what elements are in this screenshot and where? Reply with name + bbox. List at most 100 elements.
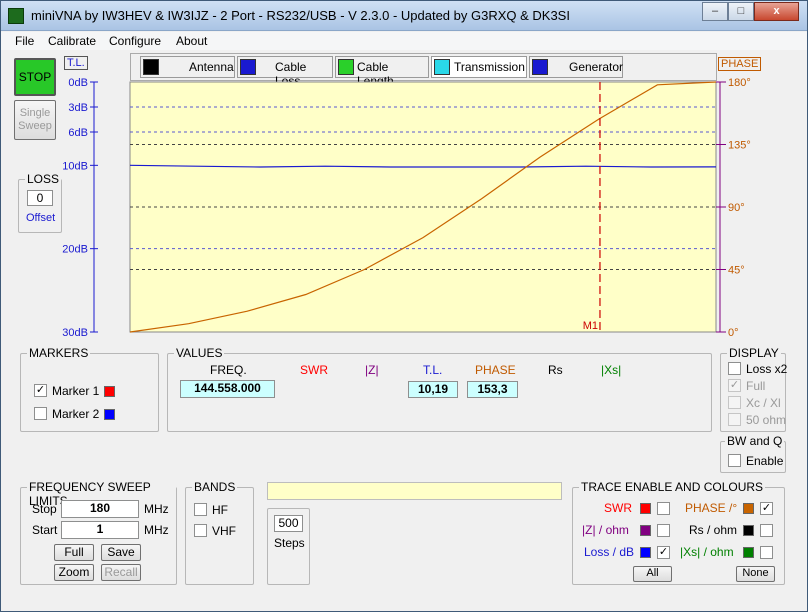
start-freq-input[interactable]: 1 [61, 521, 139, 539]
trace-title: TRACE ENABLE AND COLOURS [579, 480, 766, 494]
rs-trace-checkbox[interactable] [760, 524, 773, 537]
full-checkbox[interactable]: ✓ [728, 379, 741, 392]
phase-trace-color[interactable] [743, 503, 754, 514]
maximize-button[interactable]: □ [728, 2, 754, 21]
xc-xl-label: Xc / Xl [746, 396, 781, 410]
menu-about[interactable]: About [176, 34, 207, 48]
left-axis-tick-label: 0dB [68, 77, 88, 89]
bwq-group: BW and Q Enable [720, 434, 786, 473]
stop-label: Stop [32, 502, 57, 516]
left-axis-tick-label: 6dB [68, 127, 88, 139]
xs-trace-checkbox[interactable] [760, 546, 773, 559]
window-title: miniVNA by IW3HEV & IW3IJZ - 2 Port - RS… [31, 8, 570, 23]
transmission-icon [434, 59, 450, 75]
50-ohm-checkbox[interactable] [728, 413, 741, 426]
close-button[interactable]: x [754, 2, 799, 21]
bands-title: BANDS [192, 480, 238, 494]
rs-header: Rs [548, 363, 563, 377]
phase-header: PHASE [475, 363, 516, 377]
sweep-group: FREQUENCY SWEEP LIMITS Stop 180 MHz Star… [20, 480, 177, 585]
left-axis-tick-label: 20dB [62, 244, 88, 256]
loss-trace-checkbox[interactable]: ✓ [657, 546, 670, 559]
status-field [267, 482, 562, 500]
z-trace-label: |Z| / ohm [582, 523, 629, 537]
marker1-checkbox[interactable]: ✓ [34, 384, 47, 397]
right-axis-tick-label: 90° [728, 202, 745, 214]
zoom-button[interactable]: Zoom [54, 564, 94, 581]
bwq-title: BW and Q [725, 434, 785, 448]
marker1-color[interactable] [104, 386, 115, 397]
xs-header: |Xs| [601, 363, 622, 377]
single-sweep-button[interactable]: Single Sweep [14, 100, 56, 140]
stop-freq-input[interactable]: 180 [61, 500, 139, 518]
vhf-checkbox[interactable] [194, 524, 207, 537]
phase-trace-checkbox[interactable]: ✓ [760, 502, 773, 515]
tl-header: T.L. [423, 363, 443, 377]
markers-title: MARKERS [27, 346, 91, 360]
steps-input[interactable]: 500 [274, 515, 303, 532]
marker2-checkbox[interactable] [34, 407, 47, 420]
loss-trace-color[interactable] [640, 547, 651, 558]
minimize-button[interactable]: – [702, 2, 728, 21]
all-traces-button[interactable]: All [633, 566, 672, 582]
50-ohm-label: 50 ohm [746, 413, 787, 427]
right-axis-tick-label: 45° [728, 265, 745, 277]
stop-button[interactable]: STOP [14, 58, 56, 96]
z-trace-color[interactable] [640, 525, 651, 536]
cable-loss-icon [240, 59, 256, 75]
phase-axis-header: PHASE [718, 57, 762, 71]
right-axis-tick-label: 180° [728, 77, 751, 89]
swr-trace-checkbox[interactable] [657, 502, 670, 515]
rs-trace-label: Rs / ohm [689, 523, 738, 537]
save-button[interactable]: Save [101, 544, 141, 561]
menu-calibrate[interactable]: Calibrate [48, 34, 96, 48]
rs-trace-color[interactable] [743, 525, 754, 536]
xs-trace-color[interactable] [743, 547, 754, 558]
main-window: miniVNA by IW3HEV & IW3IJZ - 2 Port - RS… [0, 0, 808, 612]
values-group: VALUES FREQ. SWR |Z| T.L. PHASE Rs |Xs| … [167, 346, 712, 432]
vhf-label: VHF [212, 524, 236, 538]
swr-trace-color[interactable] [640, 503, 651, 514]
single-sweep-label-1: Single [19, 107, 51, 119]
tl-value: 10,19 [408, 381, 458, 398]
freq-header: FREQ. [210, 363, 247, 377]
menu-configure[interactable]: Configure [109, 34, 161, 48]
full-label: Full [746, 379, 766, 393]
single-sweep-label-2: Sweep [18, 120, 52, 132]
marker2-label: Marker 2 [52, 407, 100, 421]
loss-x2-checkbox[interactable] [728, 362, 741, 375]
xc-xl-checkbox[interactable] [728, 396, 741, 409]
stop-unit: MHz [144, 502, 169, 516]
marker2-color[interactable] [104, 409, 115, 420]
no-traces-button[interactable]: None [736, 566, 775, 582]
menu-file[interactable]: File [15, 34, 34, 48]
z-header: |Z| [365, 363, 379, 377]
right-axis-tick-label: 135° [728, 140, 751, 152]
tab-antenna-label: Antenna [189, 60, 234, 74]
trace-group: TRACE ENABLE AND COLOURS SWR PHASE /° ✓ … [572, 480, 785, 585]
antenna-icon [143, 59, 159, 75]
full-button[interactable]: Full [54, 544, 94, 561]
xs-trace-label: |Xs| / ohm [680, 545, 734, 559]
recall-button[interactable]: Recall [101, 564, 141, 581]
transmission-chart: 0dB 3dB 6dB 10dB 20dB 30dB 180° 135° 90° 45° 0° M1 [62, 77, 751, 339]
hf-label: HF [212, 503, 228, 517]
display-group: DISPLAY Loss x2 ✓ Full Xc / Xl 50 ohm [720, 346, 787, 432]
cable-length-icon [338, 59, 354, 75]
tl-axis-label: T.L. [64, 56, 88, 70]
hf-checkbox[interactable] [194, 503, 207, 516]
z-trace-checkbox[interactable] [657, 524, 670, 537]
right-axis-tick-label: 0° [728, 327, 739, 339]
start-label: Start [32, 523, 58, 537]
steps-label: Steps [274, 536, 305, 550]
markers-group: MARKERS ✓ Marker 1 Marker 2 [20, 346, 159, 432]
loss-title: LOSS [25, 172, 62, 186]
bwq-enable-checkbox[interactable] [728, 454, 741, 467]
generator-icon [532, 59, 548, 75]
bands-group: BANDS HF VHF [185, 480, 254, 585]
left-axis-tick-label: 3dB [68, 102, 88, 114]
loss-offset-input[interactable]: 0 [27, 190, 53, 206]
freq-value: 144.558.000 [180, 380, 275, 398]
swr-trace-label: SWR [604, 501, 632, 515]
bwq-enable-label: Enable [746, 454, 784, 468]
